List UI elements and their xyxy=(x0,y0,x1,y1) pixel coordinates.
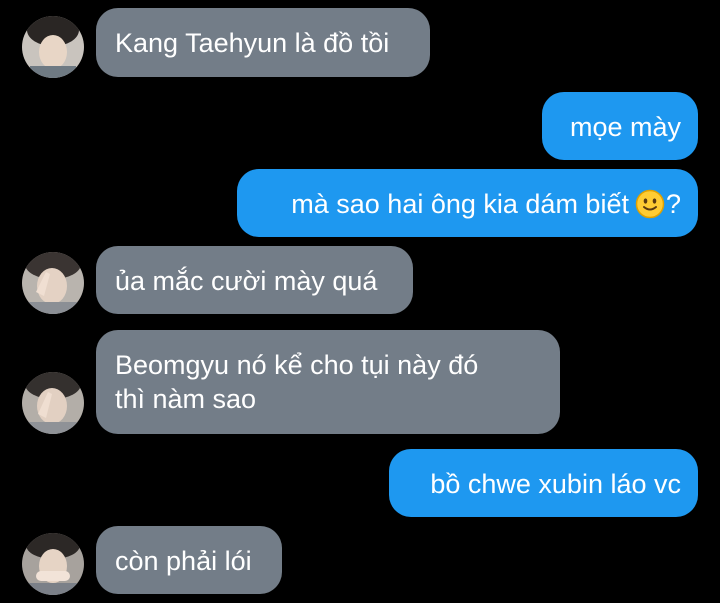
message-text: mọe mày xyxy=(569,112,681,142)
contact-avatar[interactable] xyxy=(22,372,84,434)
message-text-line: thì nàm sao xyxy=(115,384,257,414)
outgoing-message-bubble[interactable]: bồ chwe xubin láo vc xyxy=(389,449,698,517)
slightly-smiling-face-icon xyxy=(635,189,665,219)
outgoing-message-bubble[interactable]: mọe mày xyxy=(542,92,698,160)
outgoing-message-bubble[interactable]: mà sao hai ông kia dám biết? xyxy=(237,169,698,237)
message-text: mà sao hai ông kia dám biết xyxy=(291,189,629,219)
contact-avatar[interactable] xyxy=(22,16,84,78)
message-text: Kang Taehyun là đồ tồi xyxy=(115,28,390,58)
message-text: ủa mắc cười mày quá xyxy=(115,266,378,296)
incoming-message-bubble[interactable]: Beomgyu nó kể cho tụi này đó thì nàm sao xyxy=(96,330,560,434)
message-text: còn phải lói xyxy=(115,546,252,576)
incoming-message-bubble[interactable]: còn phải lói xyxy=(96,526,282,594)
contact-avatar[interactable] xyxy=(22,533,84,595)
incoming-message-bubble[interactable]: ủa mắc cười mày quá xyxy=(96,246,413,314)
contact-avatar[interactable] xyxy=(22,252,84,314)
message-text-line: Beomgyu nó kể cho tụi này đó xyxy=(115,350,479,380)
incoming-message-bubble[interactable]: Kang Taehyun là đồ tồi xyxy=(96,8,430,77)
message-text-suffix: ? xyxy=(665,189,681,219)
message-text: bồ chwe xubin láo vc xyxy=(430,469,681,499)
